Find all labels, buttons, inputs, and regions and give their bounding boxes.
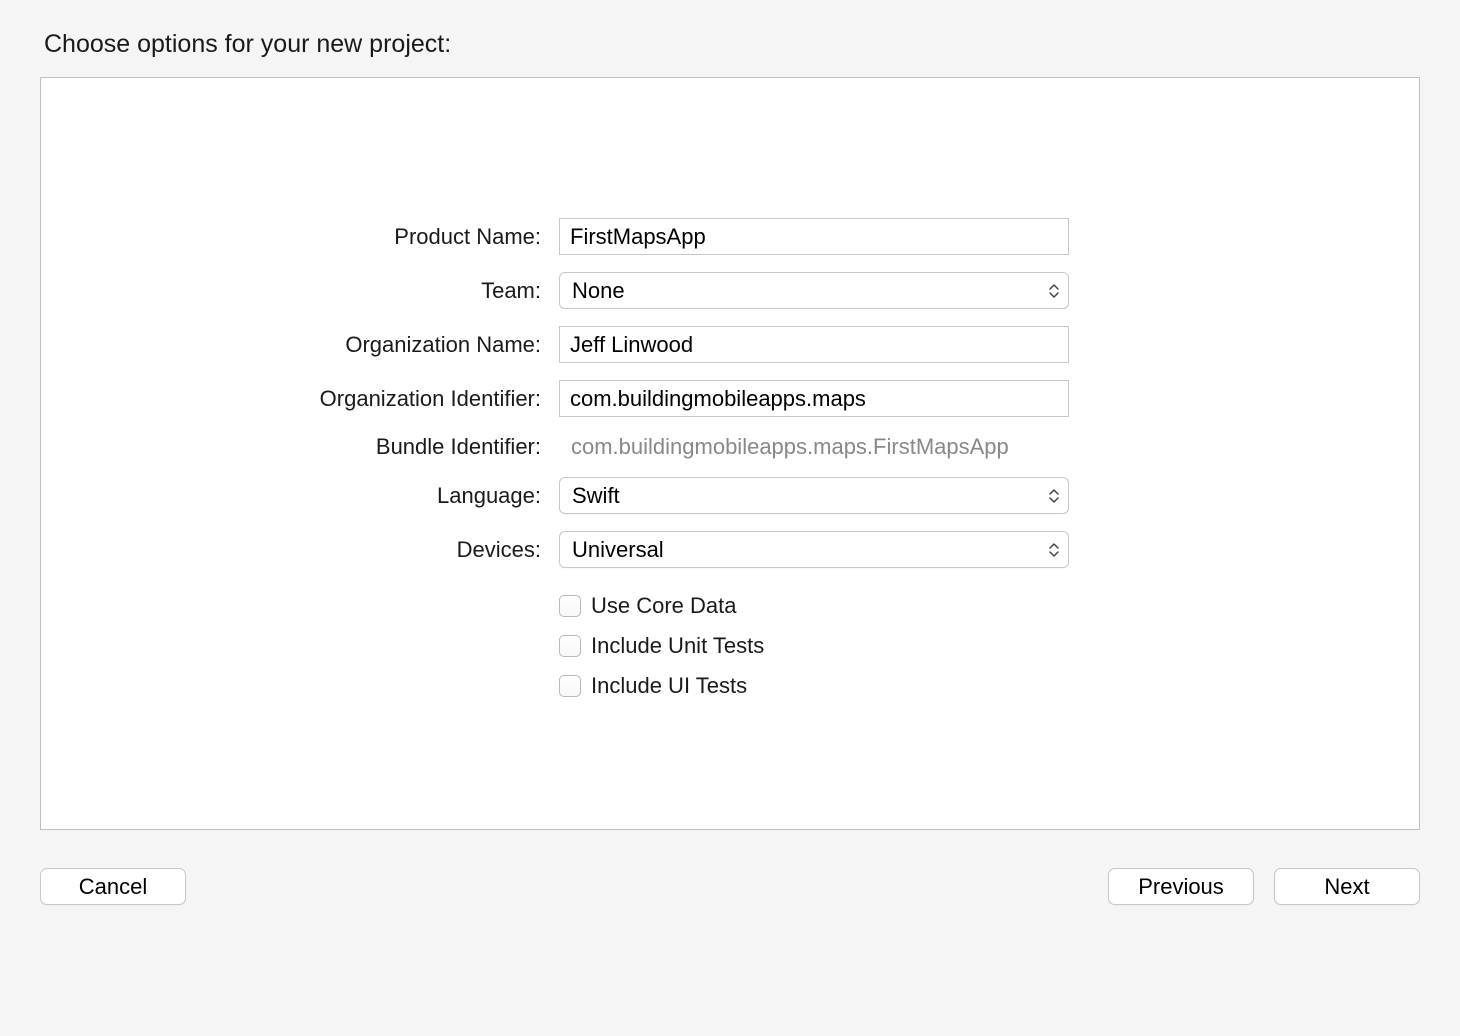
product-name-label: Product Name: <box>41 224 541 250</box>
bundle-identifier-value: com.buildingmobileapps.maps.FirstMapsApp <box>559 434 1069 460</box>
bundle-identifier-label: Bundle Identifier: <box>41 434 541 460</box>
team-select[interactable]: None <box>559 272 1069 309</box>
devices-select[interactable]: Universal <box>559 531 1069 568</box>
use-core-data-row: Use Core Data <box>559 591 1069 621</box>
team-select-button[interactable]: None <box>559 272 1069 309</box>
include-ui-tests-checkbox[interactable] <box>559 675 581 697</box>
footer: Cancel Previous Next <box>40 868 1420 905</box>
page-title: Choose options for your new project: <box>44 30 1420 59</box>
product-name-input[interactable] <box>559 218 1069 255</box>
org-identifier-input[interactable] <box>559 380 1069 417</box>
language-select[interactable]: Swift <box>559 477 1069 514</box>
include-unit-tests-checkbox[interactable] <box>559 635 581 657</box>
devices-label: Devices: <box>41 537 541 563</box>
language-select-value: Swift <box>572 483 620 509</box>
cancel-button[interactable]: Cancel <box>40 868 186 905</box>
team-select-value: None <box>572 278 625 304</box>
include-unit-tests-label: Include Unit Tests <box>591 633 764 659</box>
footer-right: Previous Next <box>1108 868 1420 905</box>
language-label: Language: <box>41 483 541 509</box>
devices-select-button[interactable]: Universal <box>559 531 1069 568</box>
previous-button[interactable]: Previous <box>1108 868 1254 905</box>
include-ui-tests-label: Include UI Tests <box>591 673 747 699</box>
checkbox-group: Use Core Data Include Unit Tests Include… <box>559 591 1069 701</box>
options-panel: Product Name: Team: None Organization Na… <box>40 77 1420 830</box>
options-form: Product Name: Team: None Organization Na… <box>41 218 1419 701</box>
org-name-label: Organization Name: <box>41 332 541 358</box>
include-ui-tests-row: Include UI Tests <box>559 671 1069 701</box>
next-button[interactable]: Next <box>1274 868 1420 905</box>
use-core-data-checkbox[interactable] <box>559 595 581 617</box>
devices-select-value: Universal <box>572 537 664 563</box>
include-unit-tests-row: Include Unit Tests <box>559 631 1069 661</box>
team-label: Team: <box>41 278 541 304</box>
org-identifier-label: Organization Identifier: <box>41 386 541 412</box>
org-name-input[interactable] <box>559 326 1069 363</box>
language-select-button[interactable]: Swift <box>559 477 1069 514</box>
use-core-data-label: Use Core Data <box>591 593 737 619</box>
